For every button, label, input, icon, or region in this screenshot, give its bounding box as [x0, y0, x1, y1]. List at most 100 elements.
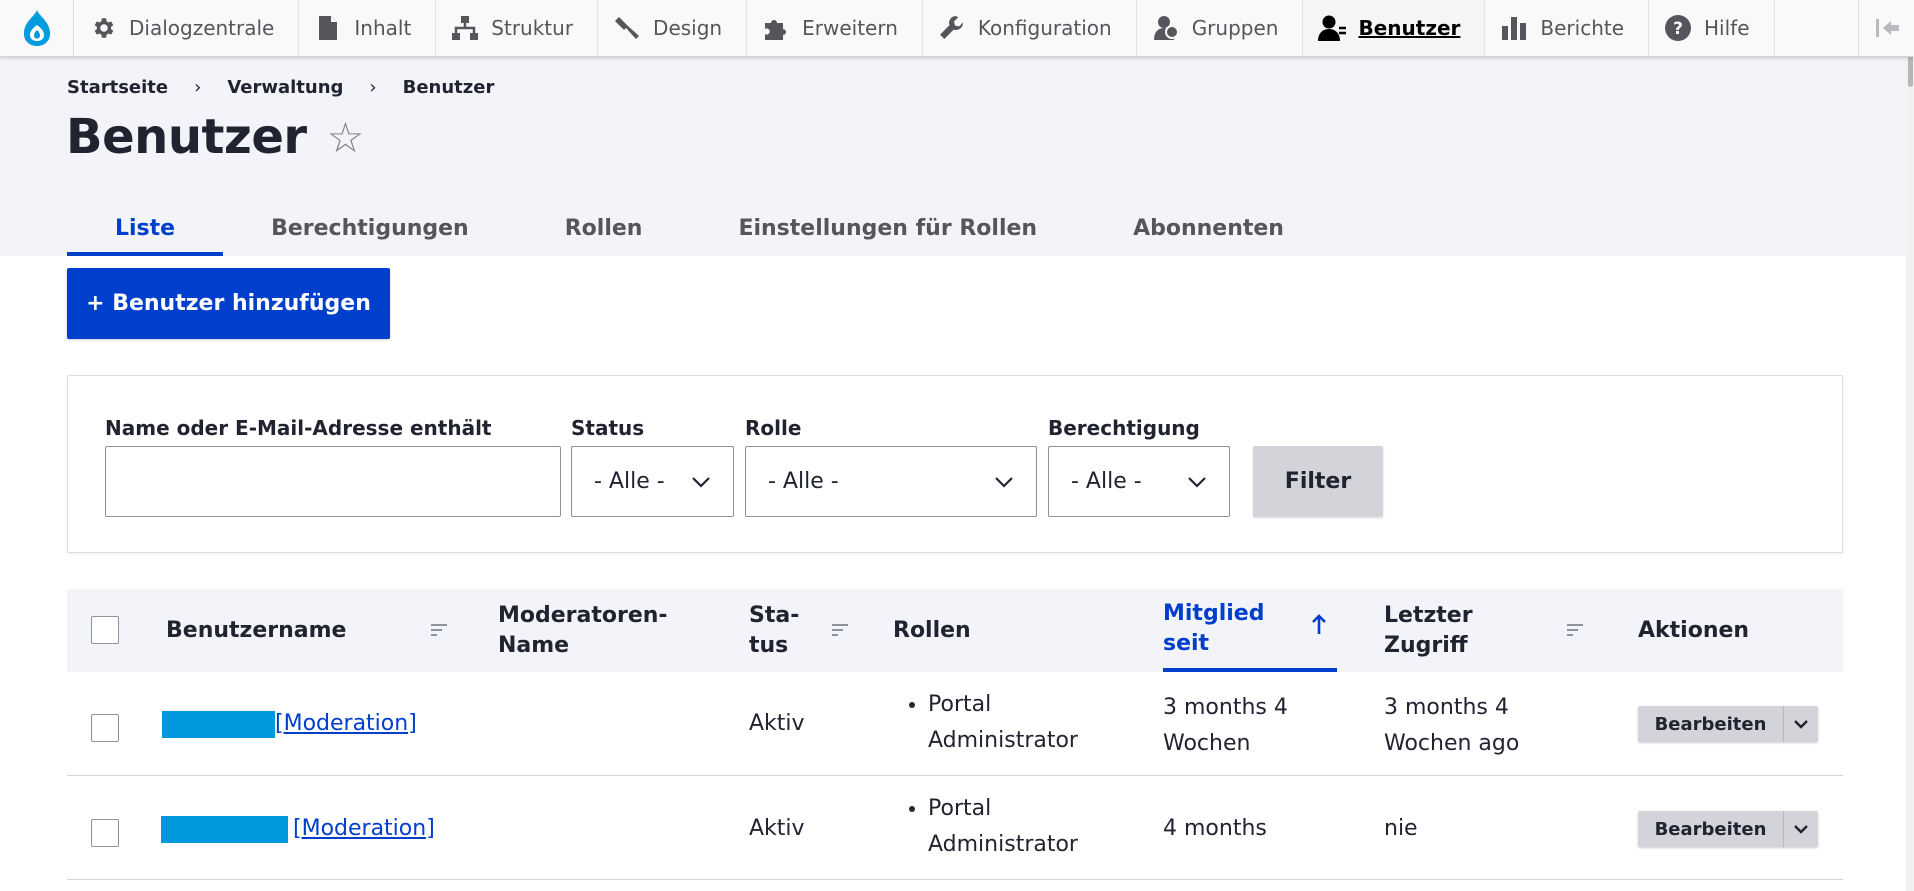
username-cell: [Moderation] — [162, 706, 417, 742]
toolbar-item-gruppen[interactable]: Gruppen — [1137, 0, 1304, 56]
toolbar-label: Gruppen — [1191, 16, 1279, 40]
chevron-down-icon[interactable] — [1783, 706, 1818, 742]
column-header-roles: Rollen — [893, 589, 1043, 672]
select-all-checkbox[interactable] — [91, 616, 119, 644]
column-header-actions: Aktionen — [1638, 589, 1788, 672]
column-header-label: tus — [749, 632, 789, 658]
breadcrumb-link-benutzer[interactable]: Benutzer — [403, 77, 495, 98]
permission-filter-select[interactable]: - Alle - — [1048, 446, 1230, 517]
sort-icon — [831, 616, 849, 646]
column-header-label: Rollen — [893, 617, 971, 643]
role-text: Administrator — [928, 728, 1078, 753]
add-user-button[interactable]: + Benutzer hinzufügen — [67, 268, 390, 339]
toolbar-item-benutzer[interactable]: Benutzer — [1303, 0, 1486, 56]
tab-einstellungen-fuer-rollen[interactable]: Einstellungen für Rollen — [690, 200, 1085, 256]
row-select-checkbox[interactable] — [91, 819, 119, 847]
svg-text:?: ? — [1673, 19, 1683, 39]
page-title: Benutzer ☆ — [66, 109, 364, 165]
arrow-up-icon — [1311, 613, 1327, 644]
column-header-moderator-name: Moderatoren- Name — [498, 589, 678, 672]
tab-liste[interactable]: Liste — [67, 200, 224, 256]
user-icon — [1317, 13, 1347, 43]
tab-abonnenten[interactable]: Abonnenten — [1085, 200, 1332, 256]
moderation-link[interactable]: [Moderation] — [275, 706, 417, 742]
role-filter-label: Rolle — [745, 416, 802, 440]
column-header-label: Moderatoren- — [498, 602, 668, 628]
chevron-down-icon[interactable] — [1783, 811, 1818, 847]
breadcrumb: Startseite › Verwaltung › Benutzer — [67, 77, 494, 98]
toolbar-item-erweitern[interactable]: Erweitern — [747, 0, 923, 56]
breadcrumb-link-verwaltung[interactable]: Verwaltung — [227, 77, 343, 98]
status-filter-value: - Alle - — [594, 469, 665, 494]
column-header-member-since[interactable]: Mitglied seit — [1163, 589, 1337, 672]
toolbar-item-struktur[interactable]: Struktur — [436, 0, 599, 56]
edit-button[interactable]: Bearbeiten — [1638, 811, 1783, 847]
toolbar-label: Erweitern — [802, 16, 898, 40]
permission-filter-value: - Alle - — [1071, 469, 1142, 494]
role-filter-select[interactable]: - Alle - — [745, 446, 1037, 517]
filter-submit-button[interactable]: Filter — [1253, 446, 1383, 517]
edit-button[interactable]: Bearbeiten — [1638, 706, 1783, 742]
row-select-checkbox[interactable] — [91, 714, 119, 742]
toolbar-label: Hilfe — [1704, 16, 1750, 40]
operations-dropbutton: Bearbeiten — [1638, 811, 1818, 847]
page-scrollbar[interactable] — [1906, 0, 1914, 891]
help-icon: ? — [1663, 13, 1693, 43]
name-filter-input[interactable] — [105, 446, 561, 517]
operations-dropbutton: Bearbeiten — [1638, 706, 1818, 742]
status-cell: Aktiv — [749, 816, 805, 841]
role-item: Portal Administrator — [928, 791, 1078, 863]
last-access-cell: nie — [1384, 816, 1418, 841]
toolbar-label: Dialogzentrale — [129, 16, 275, 40]
page-title-text: Benutzer — [66, 109, 307, 165]
member-since-cell: 3 months 4 Wochen — [1163, 690, 1288, 762]
table-header: Benutzername Moderatoren- Name Sta- tus … — [67, 589, 1843, 672]
table-row: [Moderation] Aktiv Portal Administrator … — [67, 672, 1843, 776]
redacted-username[interactable] — [161, 815, 288, 843]
status-cell: Aktiv — [749, 711, 805, 736]
role-text: Portal — [928, 796, 992, 821]
role-filter-value: - Alle - — [768, 469, 839, 494]
star-icon[interactable]: ☆ — [327, 113, 365, 162]
column-header-status[interactable]: Sta- tus — [749, 589, 849, 672]
toolbar-label: Design — [653, 16, 723, 40]
last-access-cell: 3 months 4 Wochen ago — [1384, 690, 1519, 762]
column-header-label: Name — [498, 632, 570, 658]
roles-list: Portal Administrator — [892, 791, 1078, 863]
breadcrumb-link-startseite[interactable]: Startseite — [67, 77, 168, 98]
toolbar-collapse-icon[interactable] — [1858, 0, 1914, 56]
toolbar-item-inhalt[interactable]: Inhalt — [299, 0, 437, 56]
column-header-username[interactable]: Benutzername — [166, 589, 456, 672]
page-header: Startseite › Verwaltung › Benutzer Benut… — [0, 57, 1914, 256]
status-filter-select[interactable]: - Alle - — [571, 446, 734, 517]
toolbar-item-hilfe[interactable]: ? Hilfe — [1649, 0, 1775, 56]
toolbar-item-konfiguration[interactable]: Konfiguration — [923, 0, 1137, 56]
sort-icon — [430, 616, 448, 646]
moderation-link[interactable]: [Moderation] — [293, 811, 435, 847]
drupal-logo-icon[interactable] — [0, 0, 74, 56]
toolbar-item-dialogzentrale[interactable]: Dialogzentrale — [74, 0, 300, 56]
group-icon — [1151, 13, 1181, 43]
filter-panel: Name oder E-Mail-Adresse enthält Status … — [67, 375, 1843, 553]
tab-rollen[interactable]: Rollen — [517, 200, 691, 256]
admin-toolbar: Dialogzentrale Inhalt Struktur Design Er… — [0, 0, 1914, 57]
role-text: Portal — [928, 692, 992, 717]
document-icon — [313, 13, 343, 43]
gear-icon — [88, 13, 118, 43]
member-since-cell: 4 months — [1163, 816, 1267, 841]
chevron-down-icon — [994, 469, 1014, 494]
column-header-label: Mitglied — [1163, 600, 1265, 626]
redacted-username[interactable] — [162, 710, 275, 738]
breadcrumb-separator: › — [194, 77, 202, 98]
toolbar-label: Konfiguration — [977, 16, 1112, 40]
toolbar-item-design[interactable]: Design — [598, 0, 748, 56]
column-header-label: Aktionen — [1638, 617, 1750, 643]
toolbar-item-berichte[interactable]: Berichte — [1485, 0, 1650, 56]
column-header-last-access[interactable]: Letzter Zugriff — [1384, 589, 1584, 672]
tab-berechtigungen[interactable]: Berechtigungen — [223, 200, 517, 256]
toolbar-label: Berichte — [1540, 16, 1625, 40]
sort-icon — [1566, 616, 1584, 646]
member-since-text: 3 months 4 — [1163, 695, 1288, 720]
toolbar-label: Struktur — [491, 16, 574, 40]
